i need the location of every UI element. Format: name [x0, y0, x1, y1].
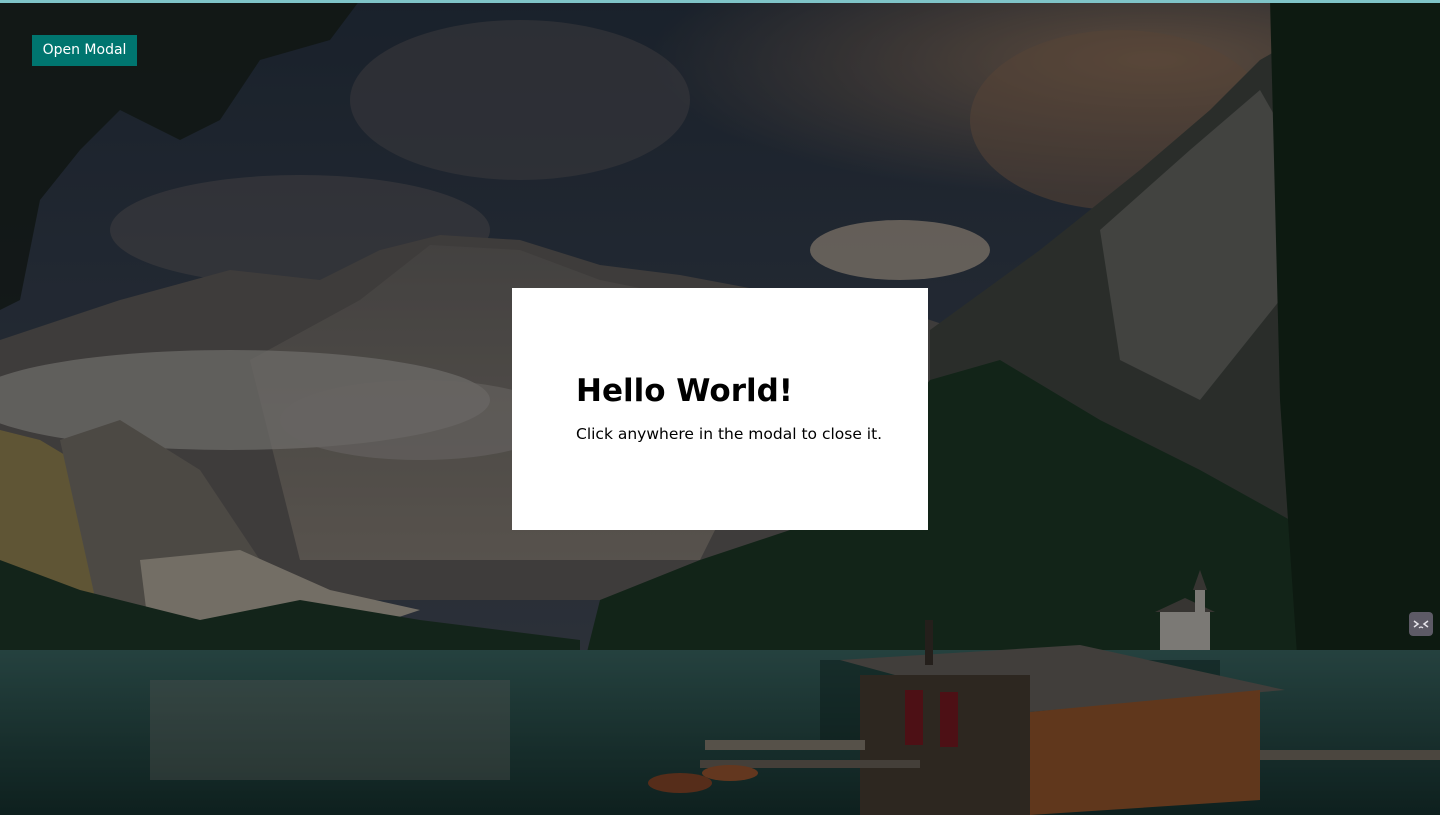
modal-dialog[interactable]: Hello World! Click anywhere in the modal…	[512, 288, 928, 530]
modal-body-text: Click anywhere in the modal to close it.	[576, 425, 883, 443]
top-accent-strip	[0, 0, 1440, 3]
open-modal-button[interactable]: Open Modal	[32, 35, 137, 66]
sleepy-face-icon[interactable]	[1409, 612, 1433, 636]
modal-title: Hello World!	[576, 373, 793, 409]
